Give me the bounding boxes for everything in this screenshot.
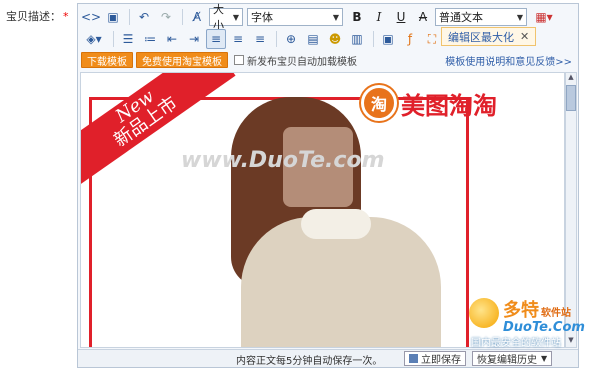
logo-slogan: 国内最安全的软件站	[471, 338, 561, 349]
duote-logo: 多特 软件站 DuoTe.Com 国内最安全的软件站	[469, 294, 595, 350]
font-family-value: 字体	[251, 11, 273, 24]
flash-icon[interactable]: ƒ	[400, 29, 420, 49]
align-center-icon[interactable]: ≡	[228, 29, 248, 49]
numbered-list-icon[interactable]: ≔	[140, 29, 160, 49]
bold-icon[interactable]: B	[347, 7, 367, 27]
restore-history-select[interactable]: 恢复编辑历史 ▼	[472, 351, 553, 366]
watermark-text: www.DuoTe.com	[181, 148, 385, 173]
template-bar: 下载模板 免费使用淘宝模板 新发布宝贝自动加载模板 模板使用说明和意见反馈>>	[78, 51, 578, 69]
logo-domain: DuoTe.Com	[503, 320, 585, 335]
scroll-thumb[interactable]	[566, 85, 576, 111]
block-format-value: 普通文本	[439, 11, 483, 24]
toolbar-divider	[113, 31, 114, 47]
brand-name: 美图淘淘	[401, 91, 497, 120]
link-icon[interactable]: ⊕	[281, 29, 301, 49]
indent-icon[interactable]: ⇥	[184, 29, 204, 49]
undo-icon[interactable]: ↶	[134, 7, 154, 27]
tooltip-text: 编辑区最大化	[448, 30, 514, 44]
scroll-up-icon[interactable]: ▲	[566, 73, 576, 84]
source-code-icon[interactable]: <>	[81, 7, 101, 27]
logo-sub-text: 软件站	[541, 308, 571, 319]
emoticon-icon[interactable]: ☻	[325, 29, 345, 49]
maximize-icon[interactable]: ⛶	[422, 29, 442, 49]
brand-logo: 淘 美图淘淘	[361, 85, 497, 121]
toolbar-row-1: <> ▣ ↶ ↷ A̸ 大小 ▼ 字体 ▼ B I U A 普通文本 ▼ ▦▾	[81, 3, 559, 32]
toolbar-divider	[129, 9, 130, 25]
align-left-icon[interactable]: ≡	[206, 29, 226, 49]
logo-ball-icon	[469, 298, 499, 328]
save-icon	[409, 354, 418, 363]
font-family-select[interactable]: 字体 ▼	[247, 8, 343, 26]
download-template-button[interactable]: 下载模板	[81, 52, 133, 68]
bullet-list-icon[interactable]: ☰	[118, 29, 138, 49]
auto-load-template-checkbox[interactable]: 新发布宝贝自动加载模板	[234, 53, 357, 68]
table-icon[interactable]: ▥	[347, 29, 367, 49]
chevron-down-icon: ▼	[232, 12, 239, 22]
use-taobao-template-button[interactable]: 免费使用淘宝模板	[136, 52, 228, 68]
toolbar-divider	[276, 31, 277, 47]
italic-icon[interactable]: I	[369, 7, 389, 27]
autosave-notice: 内容正文每5分钟自动保存一次。	[236, 356, 383, 367]
editor-status-bar: 内容正文每5分钟自动保存一次。 立即保存 恢复编辑历史 ▼	[78, 349, 578, 367]
required-mark: *	[63, 10, 69, 23]
auto-load-template-label: 新发布宝贝自动加载模板	[247, 56, 357, 68]
strikethrough-icon[interactable]: A	[413, 7, 433, 27]
maximize-tooltip: 编辑区最大化 ✕	[441, 27, 537, 46]
model-photo	[231, 97, 451, 347]
logo-name: 多特 软件站	[503, 296, 571, 322]
align-right-icon[interactable]: ≡	[250, 29, 270, 49]
save-now-label: 立即保存	[421, 355, 461, 366]
template-help-link[interactable]: 模板使用说明和意见反馈>>	[445, 53, 572, 68]
preview-icon[interactable]: ▣	[103, 7, 123, 27]
description-label: 宝贝描述： *	[6, 10, 69, 23]
outdent-icon[interactable]: ⇤	[162, 29, 182, 49]
underline-icon[interactable]: U	[391, 7, 411, 27]
save-now-button[interactable]: 立即保存	[404, 351, 466, 366]
font-size-select[interactable]: 大小 ▼	[209, 3, 243, 32]
logo-name-text: 多特	[503, 300, 539, 321]
taobao-seal-icon: 淘	[361, 85, 397, 121]
format-painter-icon[interactable]: A̸	[187, 7, 207, 27]
toolbar-divider	[373, 31, 374, 47]
close-icon[interactable]: ✕	[520, 30, 529, 43]
checkbox-box[interactable]	[234, 55, 244, 65]
chevron-down-icon: ▼	[541, 354, 548, 363]
redo-icon[interactable]: ↷	[156, 7, 176, 27]
toolbar-row-2: ◈▾ ☰ ≔ ⇤ ⇥ ≡ ≡ ≡ ⊕ ▤ ☻ ▥ ▣ ƒ ⛶	[81, 28, 444, 50]
restore-history-label: 恢复编辑历史	[477, 355, 537, 366]
color-grid-icon[interactable]: ▦▾	[531, 7, 557, 27]
block-format-select[interactable]: 普通文本 ▼	[435, 8, 527, 26]
model-collar	[301, 209, 371, 239]
toolbar-divider	[182, 9, 183, 25]
media-icon[interactable]: ▣	[378, 29, 398, 49]
chevron-down-icon: ▼	[516, 12, 523, 22]
fill-color-icon[interactable]: ◈▾	[81, 29, 107, 49]
image-icon[interactable]: ▤	[303, 29, 323, 49]
chevron-down-icon: ▼	[332, 12, 339, 22]
